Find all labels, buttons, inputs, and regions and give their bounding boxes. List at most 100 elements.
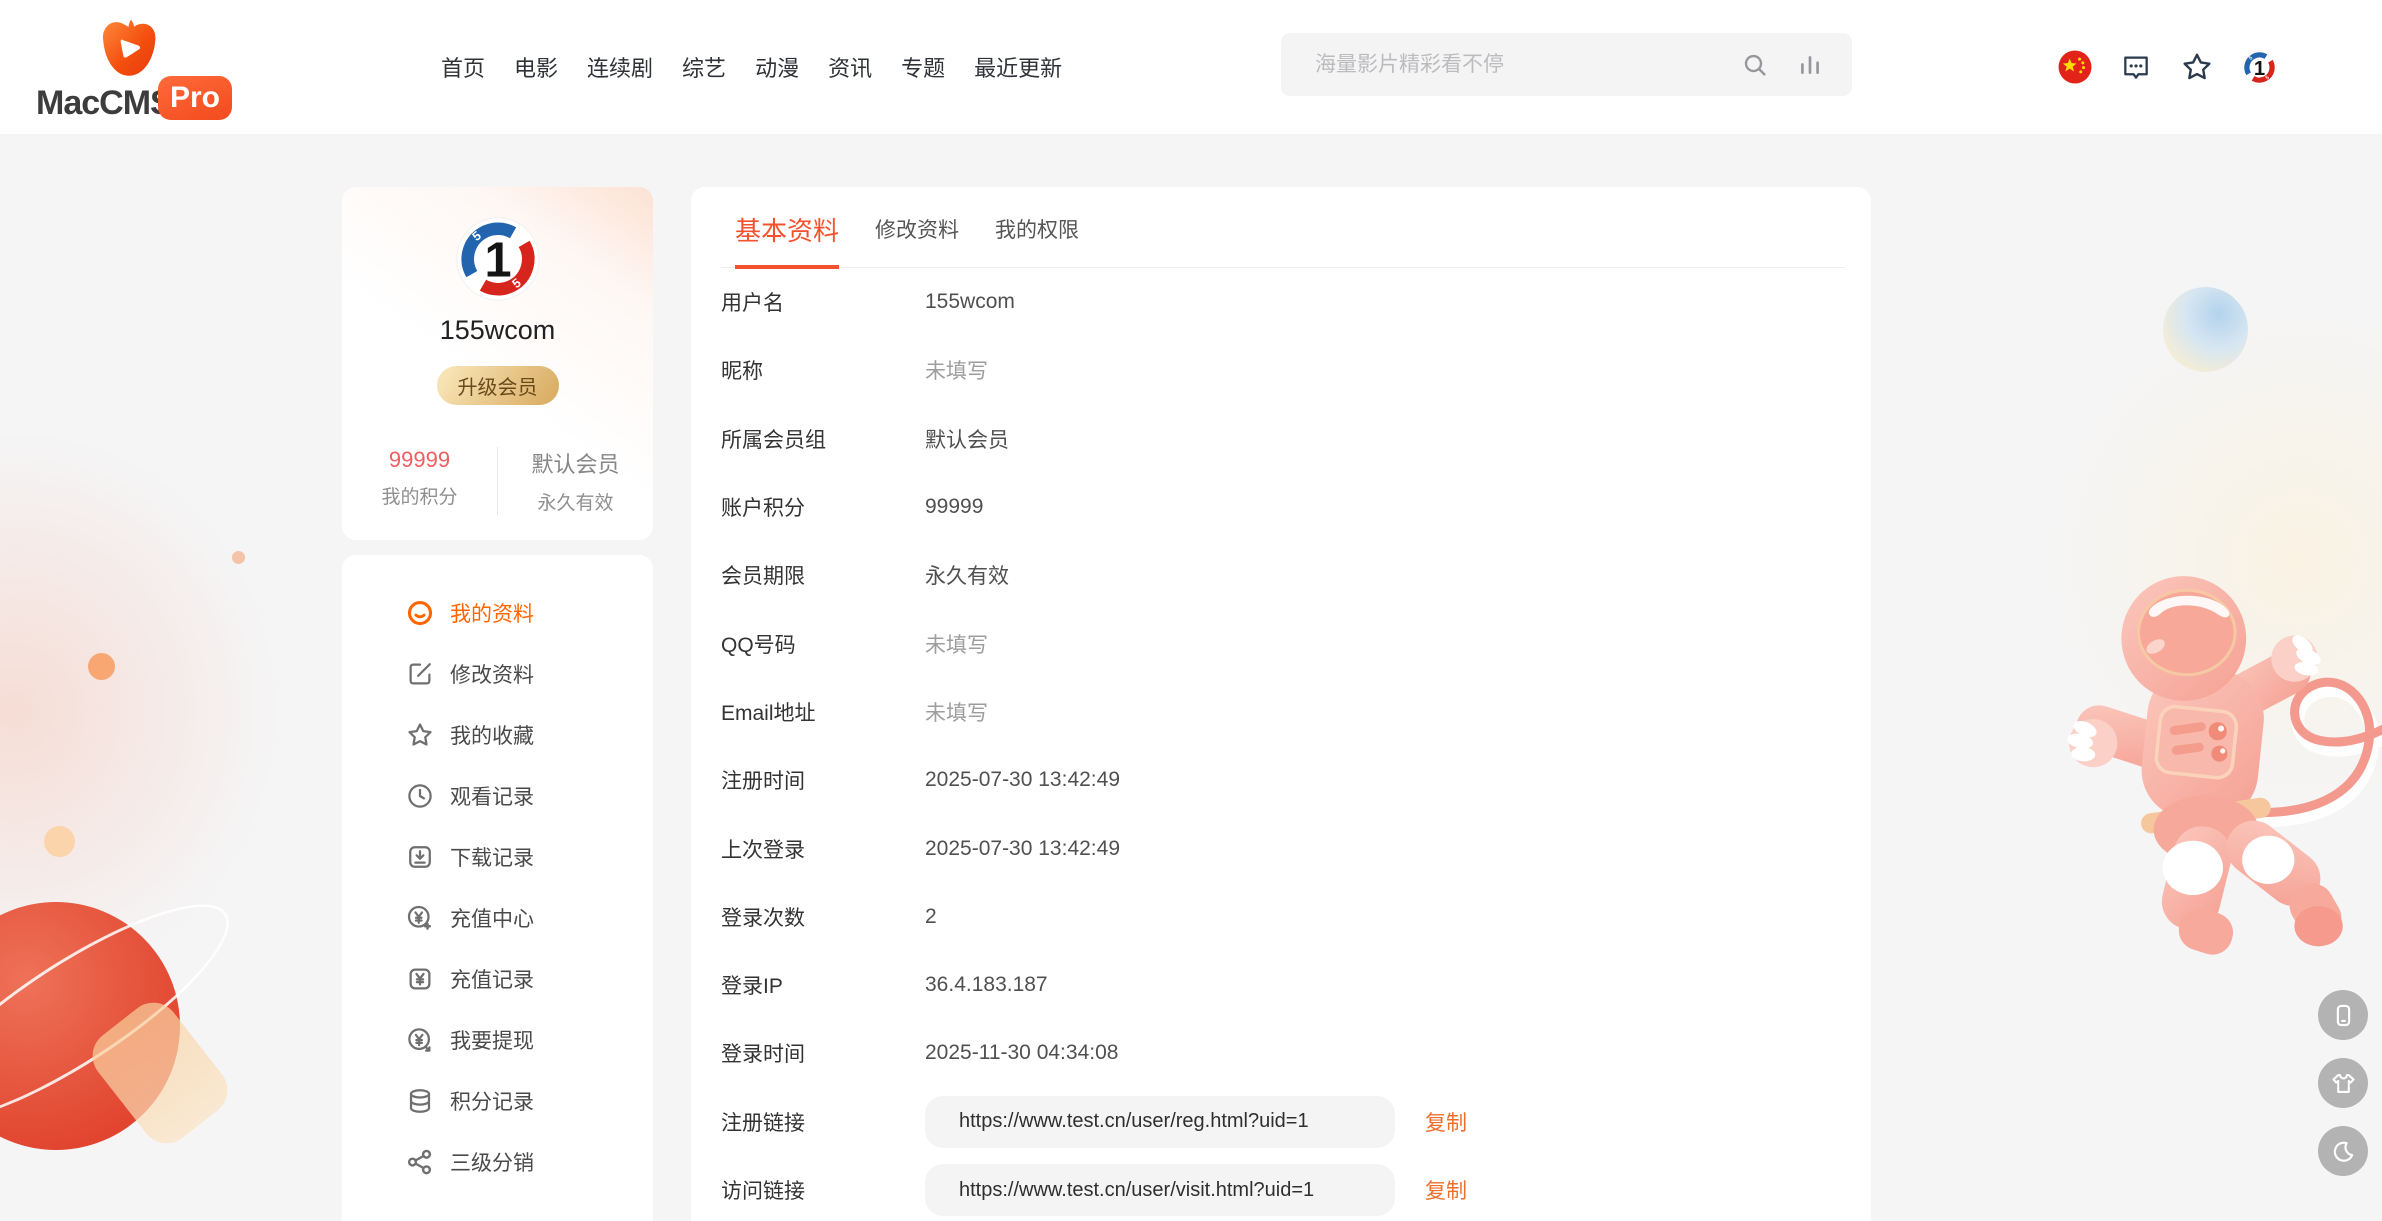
profile-row: 昵称未填写 <box>721 336 1841 404</box>
tab-2[interactable]: 我的权限 <box>995 214 1079 269</box>
user-avatar[interactable]: 155 <box>2242 50 2277 85</box>
link-url: https://www.test.cn/user/reg.html?uid=1 <box>959 1110 1309 1133</box>
sidebar-item-5[interactable]: 充值中心 <box>342 887 653 948</box>
sidebar-item-6[interactable]: 充值记录 <box>342 948 653 1009</box>
messages-icon[interactable] <box>2120 51 2152 83</box>
dot-decoration <box>232 551 245 564</box>
clock-icon <box>405 781 435 811</box>
sidebar-item-2[interactable]: 我的收藏 <box>342 704 653 765</box>
ranking-chart-icon[interactable] <box>1796 51 1824 79</box>
moon-icon <box>2330 1138 2357 1165</box>
row-label: 账户积分 <box>721 492 925 522</box>
mobile-version-button[interactable] <box>2318 990 2368 1040</box>
sidebar-item-label: 积分记录 <box>450 1086 534 1116</box>
sidebar-item-1[interactable]: 修改资料 <box>342 643 653 704</box>
row-label: QQ号码 <box>721 629 925 659</box>
row-value: 2025-07-30 13:42:49 <box>925 837 1120 861</box>
astronaut-illustration <box>2055 556 2382 970</box>
copy-button[interactable]: 复制 <box>1425 1107 1467 1137</box>
points-value: 99999 <box>389 447 450 473</box>
row-label: 登录次数 <box>721 902 925 932</box>
tab-0[interactable]: 基本资料 <box>735 211 839 269</box>
row-label: 所属会员组 <box>721 424 925 454</box>
night-mode-button[interactable] <box>2318 1126 2368 1176</box>
edit-icon <box>405 659 435 689</box>
profile-row: 登录IP36.4.183.187 <box>721 951 1841 1019</box>
planet-ring-decoration <box>0 871 254 1156</box>
sidebar-item-label: 下载记录 <box>450 842 534 872</box>
nav-item-3[interactable]: 综艺 <box>682 51 726 83</box>
sidebar-item-label: 充值中心 <box>450 903 534 933</box>
profile-row: 账户积分99999 <box>721 473 1841 541</box>
row-label: 昵称 <box>721 355 925 385</box>
profile-row: 上次登录2025-07-30 13:42:49 <box>721 814 1841 882</box>
search-actions <box>1740 50 1852 80</box>
cream-glow-decoration <box>2040 300 2382 820</box>
search-input[interactable] <box>1281 33 1740 96</box>
row-label: 访问链接 <box>721 1175 925 1205</box>
phone-icon <box>2330 1002 2357 1029</box>
row-value: 99999 <box>925 495 983 519</box>
row-label: 会员期限 <box>721 560 925 590</box>
nav-item-1[interactable]: 电影 <box>514 51 558 83</box>
profile-row: 登录时间2025-11-30 04:34:08 <box>721 1019 1841 1087</box>
group-label: 永久有效 <box>537 488 613 515</box>
profile-stats: 99999 我的积分 默认会员 永久有效 <box>342 447 653 515</box>
nav-item-7[interactable]: 最近更新 <box>974 51 1062 83</box>
tab-1[interactable]: 修改资料 <box>875 214 959 269</box>
points-label: 我的积分 <box>381 482 457 509</box>
yen-square-icon <box>405 964 435 994</box>
dot-decoration <box>88 653 115 680</box>
sidebar-item-7[interactable]: 我要提现 <box>342 1009 653 1070</box>
peach-rect-decoration <box>82 992 238 1154</box>
link-field[interactable]: https://www.test.cn/user/reg.html?uid=1 <box>925 1096 1395 1148</box>
brand-pro-badge: Pro <box>158 76 232 120</box>
search-icon[interactable] <box>1740 50 1770 80</box>
row-value: 未填写 <box>925 697 988 727</box>
group-stat: 默认会员 永久有效 <box>498 447 653 515</box>
profile-row: 用户名155wcom <box>721 268 1841 336</box>
nav-item-0[interactable]: 首页 <box>441 51 485 83</box>
sidebar-item-8[interactable]: 积分记录 <box>342 1070 653 1131</box>
nav-item-2[interactable]: 连续剧 <box>587 51 653 83</box>
sidebar-item-4[interactable]: 下载记录 <box>342 826 653 887</box>
sidebar-item-3[interactable]: 观看记录 <box>342 765 653 826</box>
planet-decoration <box>0 902 180 1150</box>
profile-row: 访问链接https://www.test.cn/user/visit.html?… <box>721 1156 1841 1221</box>
sidebar-item-0[interactable]: 我的资料 <box>342 582 653 643</box>
row-value: 2025-07-30 13:42:49 <box>925 768 1120 792</box>
smile-icon <box>405 598 435 628</box>
carrot-logo-icon <box>96 16 162 84</box>
row-value: 36.4.183.187 <box>925 973 1048 997</box>
star-icon <box>405 720 435 750</box>
upgrade-member-button[interactable]: 升级会员 <box>437 366 559 405</box>
row-value: 默认会员 <box>925 424 1009 454</box>
sidebar-item-label: 我的资料 <box>450 598 534 628</box>
sidebar-item-label: 观看记录 <box>450 781 534 811</box>
sidebar-item-9[interactable]: 三级分销 <box>342 1131 653 1192</box>
profile-row: Email地址未填写 <box>721 678 1841 746</box>
download-icon <box>405 842 435 872</box>
theme-skin-button[interactable] <box>2318 1058 2368 1108</box>
profile-row: QQ号码未填写 <box>721 609 1841 677</box>
favorites-star-icon[interactable] <box>2180 50 2214 84</box>
language-china-flag-icon[interactable] <box>2058 50 2092 84</box>
nav-item-4[interactable]: 动漫 <box>755 51 799 83</box>
nav-item-6[interactable]: 专题 <box>901 51 945 83</box>
row-value: 2 <box>925 905 937 929</box>
profile-row: 登录次数2 <box>721 883 1841 951</box>
bubble-decoration <box>2163 287 2248 372</box>
row-label: 注册链接 <box>721 1107 925 1137</box>
copy-button[interactable]: 复制 <box>1425 1175 1467 1205</box>
profile-avatar[interactable]: 155 <box>456 217 540 301</box>
yen-arrow-icon <box>405 1025 435 1055</box>
pink-blob-decoration <box>0 430 280 990</box>
profile-rows: 用户名155wcom昵称未填写所属会员组默认会员账户积分99999会员期限永久有… <box>721 268 1841 1221</box>
row-value: 155wcom <box>925 290 1015 314</box>
row-value: 未填写 <box>925 355 988 385</box>
floating-toolbar <box>2318 990 2368 1176</box>
site-logo[interactable]: MacCMS Pro <box>36 10 246 126</box>
sidebar-item-label: 三级分销 <box>450 1147 534 1177</box>
link-field[interactable]: https://www.test.cn/user/visit.html?uid=… <box>925 1164 1395 1216</box>
nav-item-5[interactable]: 资讯 <box>828 51 872 83</box>
